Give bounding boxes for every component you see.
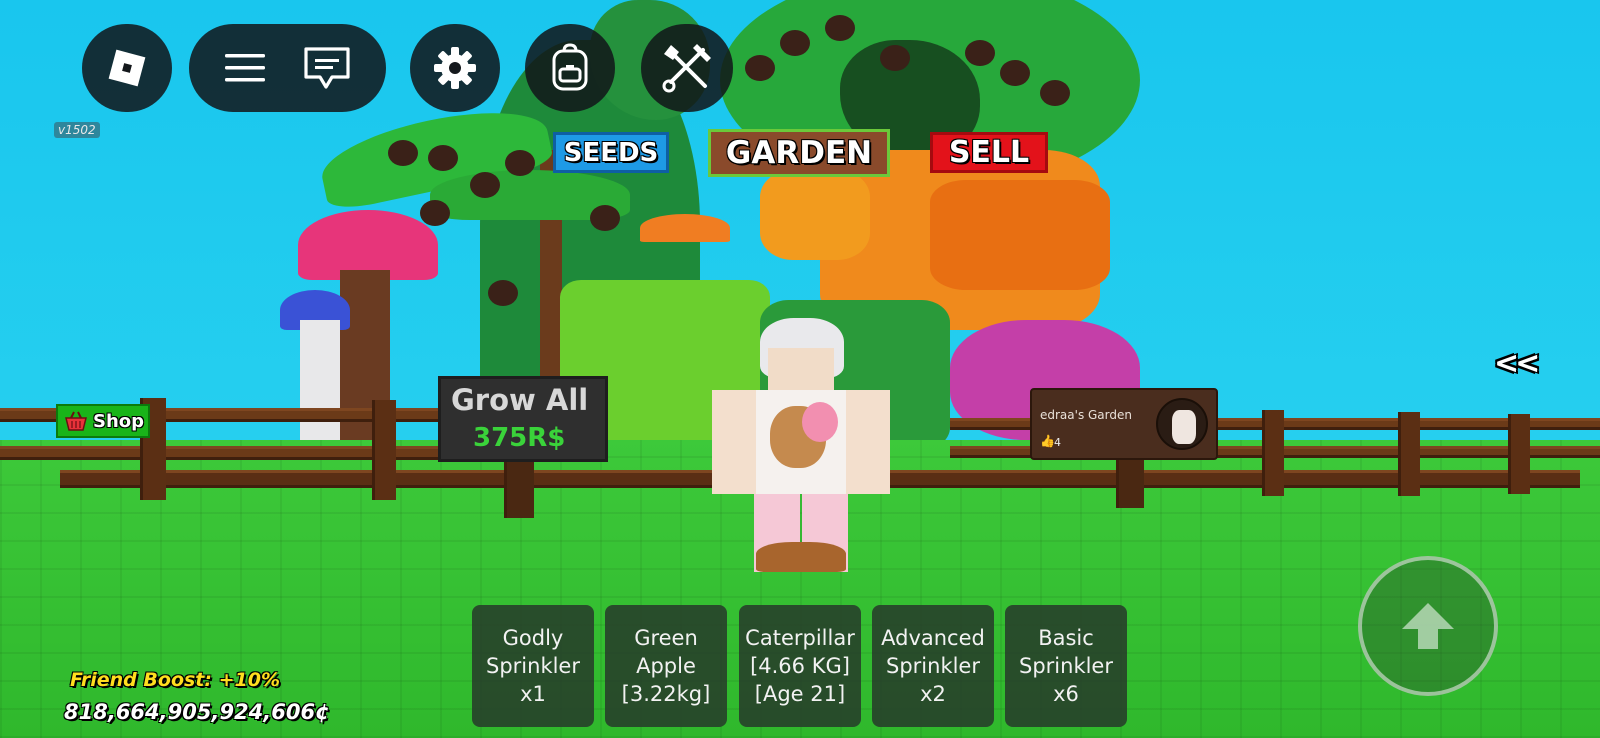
thumbs-up-icon: 👍 <box>1040 434 1055 448</box>
grow-all-title: Grow All <box>451 383 589 417</box>
coconut <box>388 140 418 166</box>
sell-tab[interactable]: SELL <box>930 132 1048 173</box>
jump-arrow-icon <box>1402 603 1454 649</box>
avatar-right-arm <box>846 390 890 494</box>
hotbar-slot-line: x1 <box>520 682 546 706</box>
settings-button[interactable] <box>410 24 500 112</box>
hotbar-slot-line: Sprinkler <box>886 654 980 678</box>
owner-avatar <box>1156 398 1208 450</box>
coconut <box>505 150 535 176</box>
avatar-left-arm <box>712 390 756 494</box>
avatar-shirt-heart <box>802 402 838 442</box>
coconut <box>428 145 458 171</box>
seeds-tab[interactable]: SEEDS <box>553 132 669 173</box>
coconut <box>1040 80 1070 106</box>
jump-button[interactable] <box>1358 556 1498 696</box>
hotbar-slot-line: Advanced <box>881 626 985 650</box>
umbrella <box>640 214 730 242</box>
hotbar-slot-4[interactable]: Advanced Sprinkler x2 <box>872 605 994 727</box>
hotbar-slot-line: [Age 21] <box>754 682 846 706</box>
coconut <box>1000 60 1030 86</box>
coconut <box>965 40 995 66</box>
garden-owner-sign: edraa's Garden 👍 4 <box>1030 388 1218 460</box>
shop-label: Shop <box>93 410 145 432</box>
hotbar-slot-line: Basic <box>1038 626 1094 650</box>
hotbar-slot-line: Sprinkler <box>1019 654 1113 678</box>
build-tools-button[interactable] <box>641 24 733 112</box>
coconut <box>825 15 855 41</box>
coconut <box>745 55 775 81</box>
hotbar-slot-3[interactable]: Caterpillar [4.66 KG] [Age 21] <box>739 605 861 727</box>
coconut <box>880 45 910 71</box>
hotbar-slot-2[interactable]: Green Apple [3.22kg] <box>605 605 727 727</box>
backpack-icon <box>552 43 588 91</box>
gear-icon <box>434 47 476 89</box>
hotbar-slot-line: Green <box>634 626 698 650</box>
garden-tab[interactable]: GARDEN <box>708 129 890 177</box>
menu-button[interactable] <box>223 50 267 86</box>
currency-balance: 818,664,905,924,606¢ <box>64 700 330 724</box>
white-stem <box>300 320 340 460</box>
garden-like-count: 4 <box>1054 436 1061 449</box>
collapse-panel-button[interactable]: << <box>1494 346 1540 381</box>
grow-all-sign[interactable]: Grow All 375R$ <box>438 376 608 462</box>
hotbar-slot-line: [4.66 KG] <box>750 654 850 678</box>
fence-post <box>1398 412 1420 496</box>
hotbar-slot-line: [3.22kg] <box>621 682 711 706</box>
player-avatar <box>712 318 890 573</box>
friend-boost-label: Friend Boost: +10% <box>70 669 280 691</box>
grow-all-price: 375R$ <box>473 423 566 453</box>
fence-post <box>1508 414 1530 494</box>
coconut <box>590 205 620 231</box>
hotbar-slot-line: Godly <box>502 626 564 650</box>
coconut <box>470 172 500 198</box>
chat-button[interactable] <box>302 45 352 91</box>
sign-post <box>1116 460 1144 508</box>
menu-icon <box>224 54 265 82</box>
fence-post <box>372 400 396 500</box>
sign-post <box>504 462 534 518</box>
shop-button[interactable]: Shop <box>56 404 150 438</box>
orange-tree <box>930 180 1110 290</box>
roblox-logo-icon <box>108 49 146 87</box>
menu-chat-group <box>189 24 386 112</box>
fence-post <box>1262 410 1284 496</box>
chat-icon <box>304 47 350 89</box>
hotbar-slot-line: x2 <box>920 682 946 706</box>
hotbar-slot-5[interactable]: Basic Sprinkler x6 <box>1005 605 1127 727</box>
hotbar-slot-line: Sprinkler <box>486 654 580 678</box>
avatar-bear-feet <box>756 542 846 572</box>
roblox-menu-button[interactable] <box>82 24 172 112</box>
tools-icon <box>662 44 711 93</box>
coconut <box>488 280 518 306</box>
hotbar-slot-line: Apple <box>636 654 696 678</box>
garden-owner-name: edraa's Garden <box>1040 408 1132 422</box>
hotbar-slot-line: x6 <box>1053 682 1079 706</box>
hotbar-slot-1[interactable]: Godly Sprinkler x1 <box>472 605 594 727</box>
hotbar-slot-line: Caterpillar <box>745 626 855 650</box>
avatar-head <box>768 348 834 394</box>
coconut <box>420 200 450 226</box>
coconut <box>780 30 810 56</box>
shop-basket-icon <box>65 411 87 431</box>
orange-tree <box>760 170 870 260</box>
version-label: v1502 <box>54 122 100 138</box>
inventory-button[interactable] <box>525 24 615 112</box>
